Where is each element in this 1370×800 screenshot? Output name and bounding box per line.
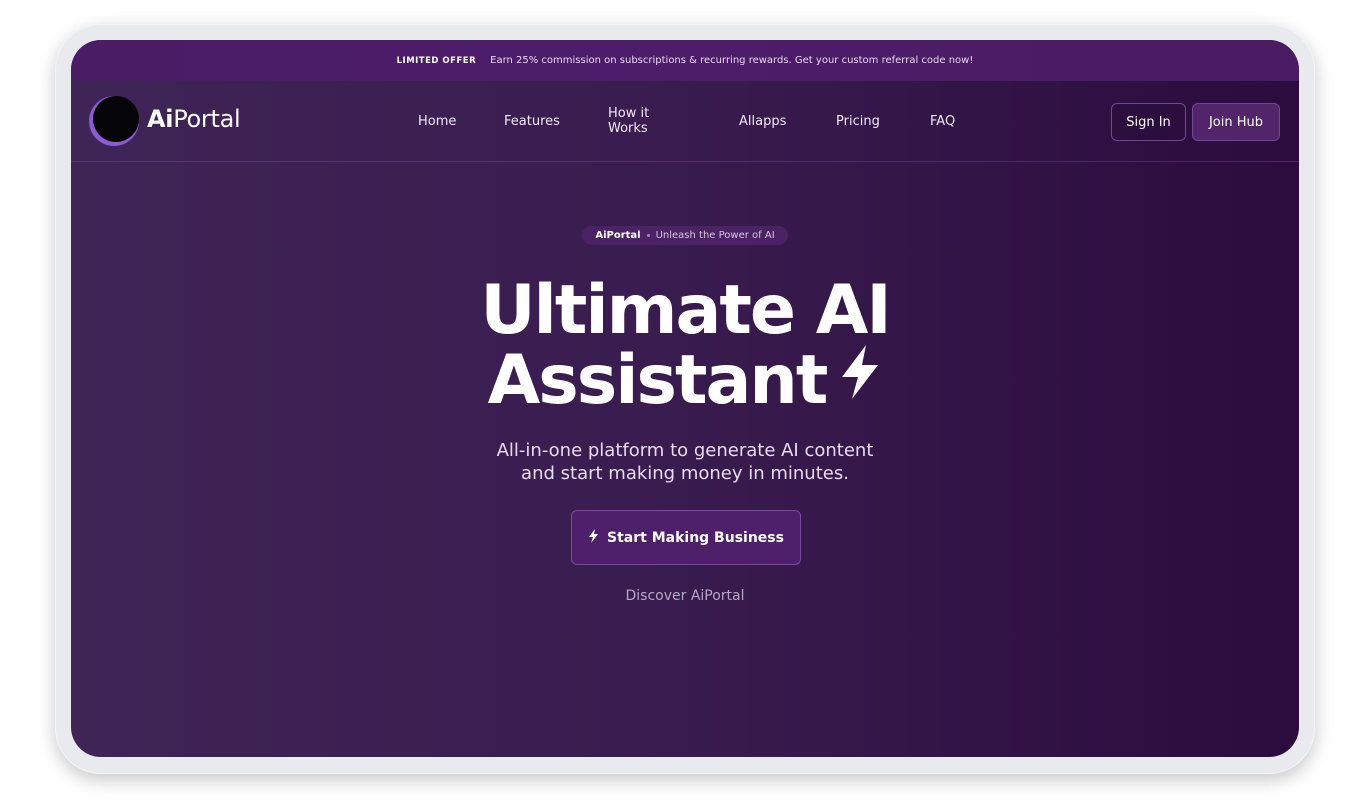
logo[interactable]: AiPortal xyxy=(93,96,241,142)
hero-title-line-1: Ultimate AI xyxy=(480,271,891,350)
logo-text-rest: Portal xyxy=(173,105,241,133)
hero-subtitle-line-2: and start making money in minutes. xyxy=(521,463,849,484)
nav-faq[interactable]: FAQ xyxy=(930,114,956,129)
start-making-business-button[interactable]: Start Making Business xyxy=(571,510,801,565)
promo-banner: LIMITED OFFER Earn 25% commission on sub… xyxy=(71,40,1299,81)
main-nav: Home Features How it Works Allapps Prici… xyxy=(418,81,956,161)
hero-badge-brand: AiPortal xyxy=(595,230,641,241)
browser-viewport: LIMITED OFFER Earn 25% commission on sub… xyxy=(71,40,1299,757)
hero-badge-text: Unleash the Power of AI xyxy=(655,230,775,241)
logo-text: AiPortal xyxy=(147,105,241,133)
nav-pricing[interactable]: Pricing xyxy=(836,114,880,129)
join-hub-button[interactable]: Join Hub xyxy=(1192,103,1280,141)
logo-text-bold: Ai xyxy=(147,105,174,133)
promo-tag: LIMITED OFFER xyxy=(396,55,477,66)
lightning-bolt-icon xyxy=(838,343,882,414)
separator-dot xyxy=(646,234,650,237)
discover-link[interactable]: Discover AiPortal xyxy=(71,588,1299,604)
cta-label: Start Making Business xyxy=(607,529,784,546)
hero-title-line-2-wrap: Assistant xyxy=(71,343,1299,420)
nav-home[interactable]: Home xyxy=(418,114,456,129)
logo-mark-icon xyxy=(93,96,139,142)
hero-title-line-2: Assistant xyxy=(487,341,829,420)
hero-badge: AiPortal Unleash the Power of AI xyxy=(582,226,788,245)
lightning-bolt-icon xyxy=(588,528,599,547)
nav-features[interactable]: Features xyxy=(504,114,560,129)
promo-text[interactable]: Earn 25% commission on subscriptions & r… xyxy=(490,55,973,66)
sign-in-button[interactable]: Sign In xyxy=(1111,103,1186,141)
device-frame: LIMITED OFFER Earn 25% commission on sub… xyxy=(55,24,1315,774)
hero-subtitle-line-1: All-in-one platform to generate AI conte… xyxy=(496,440,874,461)
navbar: AiPortal Home Features How it Works Alla… xyxy=(71,81,1299,162)
hero-subtitle: All-in-one platform to generate AI conte… xyxy=(71,439,1299,485)
hero-title: Ultimate AI Assistant xyxy=(71,276,1299,420)
nav-how-it-works[interactable]: How it Works xyxy=(608,106,689,136)
nav-allapps[interactable]: Allapps xyxy=(739,114,786,129)
